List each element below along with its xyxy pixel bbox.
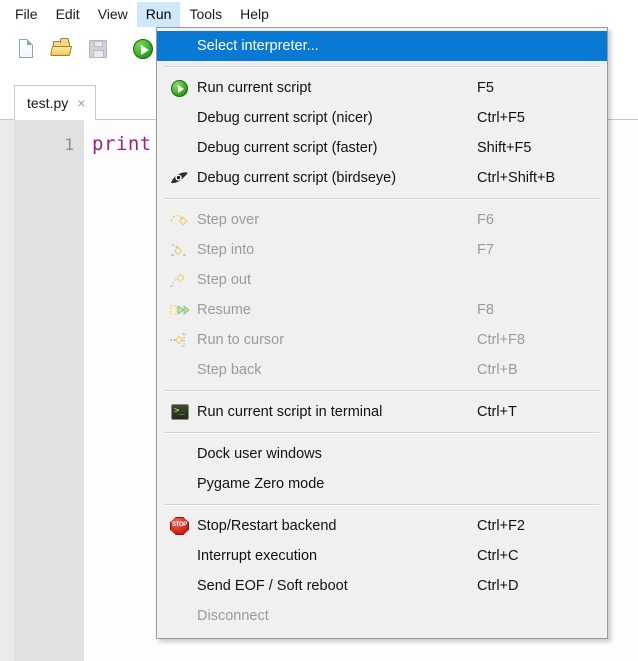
menu-item-label: Stop/Restart backend [197, 518, 337, 534]
new-file-button[interactable] [14, 36, 40, 62]
menu-item-step-out: Step out [157, 265, 607, 295]
save-button[interactable] [86, 36, 112, 62]
menu-item-shortcut: Ctrl+F2 [477, 518, 525, 534]
menu-item-shortcut: Ctrl+D [477, 578, 519, 594]
menu-separator [165, 198, 599, 200]
open-file-button[interactable] [49, 36, 76, 62]
menubar-item-help[interactable]: Help [231, 2, 278, 27]
resume-icon [167, 300, 193, 320]
menu-item-label: Run current script in terminal [197, 404, 383, 420]
menubar-item-tools[interactable]: Tools [180, 2, 231, 27]
menu-item-label: Pygame Zero mode [197, 476, 325, 492]
menu-separator [165, 66, 599, 68]
thonny-window: File Edit View Run Tools Help test.py × 1 pri… [0, 0, 638, 661]
tab-test-py[interactable]: test.py × [14, 85, 97, 120]
menu-item-stop-restart-backend[interactable]: Stop/Restart backend Ctrl+F2 [157, 511, 607, 541]
menu-separator [165, 504, 599, 506]
menu-icon-placeholder [167, 546, 193, 566]
menu-icon-placeholder [167, 474, 193, 494]
menu-icon-placeholder [167, 444, 193, 464]
menu-item-step-over: Step over F6 [157, 205, 607, 235]
menu-bar: File Edit View Run Tools Help [0, 0, 638, 28]
code-line-1: print [92, 133, 152, 155]
menubar-item-run[interactable]: Run [136, 1, 181, 27]
run-icon [133, 39, 153, 59]
menu-icon-placeholder [167, 36, 193, 56]
menu-item-label: Run to cursor [197, 332, 285, 348]
menu-item-shortcut: Ctrl+F8 [477, 332, 525, 348]
menu-separator [165, 390, 599, 392]
menu-icon-placeholder [167, 108, 193, 128]
open-folder-tab-icon [60, 38, 69, 43]
menu-icon-placeholder [167, 138, 193, 158]
menu-item-resume: Resume F8 [157, 295, 607, 325]
run-to-cursor-icon [167, 330, 193, 350]
open-folder-front-icon [49, 46, 73, 56]
menu-item-shortcut: Ctrl+F5 [477, 110, 525, 126]
menu-item-send-eof-soft-reboot[interactable]: Send EOF / Soft reboot Ctrl+D [157, 571, 607, 601]
menubar-item-view[interactable]: View [89, 2, 137, 27]
menubar-item-file[interactable]: File [6, 2, 47, 27]
menu-item-shortcut: Ctrl+Shift+B [477, 170, 556, 186]
run-icon [167, 78, 193, 98]
menu-item-shortcut: Shift+F5 [477, 140, 532, 156]
menu-item-label: Select interpreter... [197, 38, 319, 54]
menu-item-label: Step back [197, 362, 262, 378]
menu-item-shortcut: F7 [477, 242, 494, 258]
menu-item-label: Resume [197, 302, 251, 318]
menu-item-label: Send EOF / Soft reboot [197, 578, 348, 594]
menu-item-step-back: Step back Ctrl+B [157, 355, 607, 385]
menu-item-shortcut: Ctrl+C [477, 548, 519, 564]
menubar-item-edit[interactable]: Edit [47, 2, 89, 27]
menu-item-label: Step into [197, 242, 255, 258]
step-into-icon [167, 240, 193, 260]
menu-item-label: Run current script [197, 80, 312, 96]
menu-item-shortcut: F8 [477, 302, 494, 318]
menu-icon-placeholder [167, 360, 193, 380]
menu-icon-placeholder [167, 576, 193, 596]
menu-item-shortcut: Ctrl+B [477, 362, 518, 378]
run-menu[interactable]: Select interpreter... Run current script F… [156, 27, 608, 639]
menu-item-debug-current-script-birdseye[interactable]: Debug current script (birdseye) Ctrl+Shif… [157, 163, 607, 193]
menu-item-shortcut: Ctrl+T [477, 404, 517, 420]
menu-item-select-interpreter[interactable]: Select interpreter... [157, 31, 607, 61]
menu-item-label: Step out [197, 272, 252, 288]
menu-item-run-current-script[interactable]: Run current script F5 [157, 73, 607, 103]
menu-item-step-into: Step into F7 [157, 235, 607, 265]
close-icon[interactable]: × [77, 96, 85, 110]
menu-item-dock-user-windows[interactable]: Dock user windows [157, 439, 607, 469]
menu-item-run-to-cursor: Run to cursor Ctrl+F8 [157, 325, 607, 355]
menu-item-label: Disconnect [197, 608, 269, 624]
menu-item-label: Dock user windows [197, 446, 322, 462]
menu-icon-placeholder [167, 606, 193, 626]
menu-item-shortcut: F5 [477, 80, 494, 96]
run-button[interactable] [130, 36, 156, 62]
menu-item-run-current-script-in-terminal[interactable]: Run current script in terminal Ctrl+T [157, 397, 607, 427]
menu-item-label: Step over [197, 212, 260, 228]
line-number: 1 [64, 135, 74, 154]
menu-item-label: Interrupt execution [197, 548, 318, 564]
menu-item-interrupt-execution[interactable]: Interrupt execution Ctrl+C [157, 541, 607, 571]
menu-item-shortcut: F6 [477, 212, 494, 228]
step-out-icon [167, 270, 193, 290]
menu-item-disconnect: Disconnect [157, 601, 607, 631]
menu-item-label: Debug current script (faster) [197, 140, 378, 156]
stop-icon [167, 516, 193, 536]
menu-item-label: Debug current script (nicer) [197, 110, 373, 126]
new-file-icon [19, 39, 33, 58]
menu-item-debug-current-script-faster[interactable]: Debug current script (faster) Shift+F5 [157, 133, 607, 163]
step-over-icon [167, 210, 193, 230]
birdseye-icon [167, 168, 193, 188]
tab-label: test.py [27, 95, 69, 111]
terminal-icon [167, 402, 193, 422]
menu-item-pygame-zero-mode[interactable]: Pygame Zero mode [157, 469, 607, 499]
menu-separator [165, 432, 599, 434]
gutter-margin [0, 120, 14, 661]
save-icon [89, 40, 107, 58]
line-number-gutter: 1 [0, 120, 84, 661]
menu-item-debug-current-script-nicer[interactable]: Debug current script (nicer) Ctrl+F5 [157, 103, 607, 133]
